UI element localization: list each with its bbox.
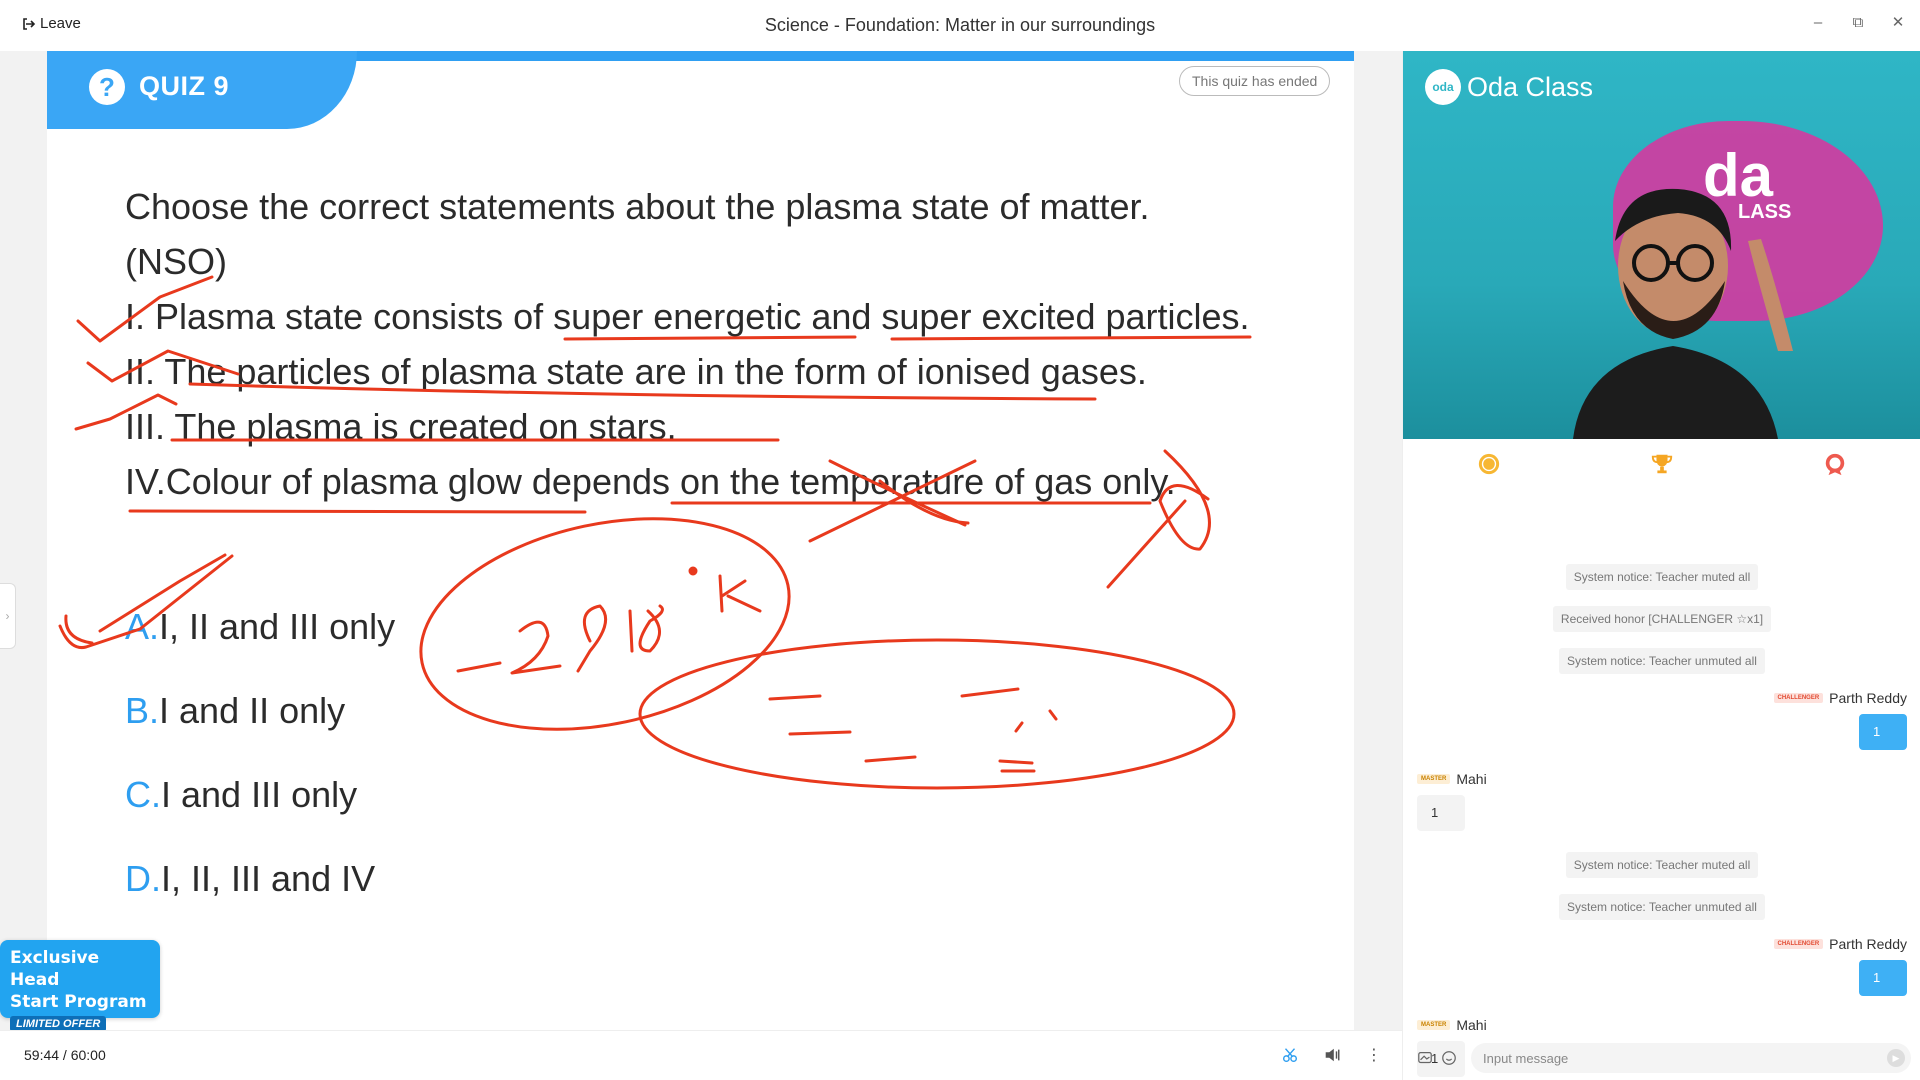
restore-icon[interactable]: ⧉ xyxy=(1850,14,1866,31)
option-c[interactable]: C. I and III only xyxy=(125,774,395,858)
option-text: I, II and III only xyxy=(159,606,396,647)
oda-class-logo: oda Oda Class xyxy=(1425,69,1593,105)
option-letter: B. xyxy=(125,690,160,731)
chat-message: CHALLENGER Parth Reddy 1 xyxy=(1773,936,1907,996)
chat-message-input[interactable] xyxy=(1471,1043,1911,1073)
chat-bubble: 1 xyxy=(1859,960,1907,996)
sidebar-collapse-handle[interactable]: › xyxy=(0,583,16,649)
teacher-figure xyxy=(1573,188,1793,439)
chat-messages: System notice: Teacher muted all Receive… xyxy=(1403,496,1920,1077)
answer-options: A. I, II and III only B. I and II only C… xyxy=(125,606,395,942)
notice-text: Received honor [CHALLENGER ☆x1] xyxy=(1552,606,1772,632)
bottom-toolbar: 59:44 / 60:00 ⋮ xyxy=(0,1030,1402,1080)
image-toggle-icon[interactable] xyxy=(1415,1048,1435,1068)
quiz-header-tab: ? QUIZ 9 xyxy=(47,51,357,129)
volume-icon[interactable] xyxy=(1322,1045,1342,1065)
send-icon[interactable]: ▶ xyxy=(1887,1049,1905,1067)
chat-username: Parth Reddy xyxy=(1829,690,1907,706)
quiz-status-badge: This quiz has ended xyxy=(1179,66,1331,96)
user-rank-badge: CHALLENGER xyxy=(1773,693,1824,703)
user-rank-badge: CHALLENGER xyxy=(1773,939,1824,949)
slide-stage: ? QUIZ 9 This quiz has ended Choose the … xyxy=(0,51,1402,1030)
option-text: I, II, III and IV xyxy=(161,858,376,899)
notice-text: System notice: Teacher unmuted all xyxy=(1559,894,1765,920)
user-rank-badge: MASTER xyxy=(1417,774,1451,784)
emoji-icon[interactable] xyxy=(1439,1048,1459,1068)
quiz-slide: ? QUIZ 9 This quiz has ended Choose the … xyxy=(47,51,1354,1030)
chat-bubble: 1 xyxy=(1417,795,1465,831)
chat-username: Mahi xyxy=(1456,1017,1487,1033)
chat-username: Parth Reddy xyxy=(1829,936,1907,952)
option-letter: C. xyxy=(125,774,161,815)
title-bar: Leave Science - Foundation: Matter in ou… xyxy=(0,0,1920,51)
badge-medal-icon[interactable] xyxy=(1822,451,1848,477)
oda-logo-icon: oda xyxy=(1425,69,1461,105)
window-title: Science - Foundation: Matter in our surr… xyxy=(764,15,1156,35)
system-notice: System notice: Teacher muted all xyxy=(1403,852,1920,878)
more-options-icon[interactable]: ⋮ xyxy=(1364,1045,1384,1065)
notice-text: System notice: Teacher unmuted all xyxy=(1559,648,1765,674)
promo-banner[interactable]: Exclusive Head Start Program LIMITED OFF… xyxy=(0,940,160,1032)
chat-input-bar: ▶ xyxy=(1403,1036,1920,1080)
promo-line-2: Start Program xyxy=(10,992,147,1012)
promo-line-1: Exclusive Head xyxy=(10,948,100,990)
statement-3: III. The plasma is created on stars. xyxy=(125,406,677,447)
system-notice: System notice: Teacher unmuted all xyxy=(1403,894,1920,920)
question-line: Choose the correct statements about the … xyxy=(125,186,1150,227)
system-notice: System notice: Teacher muted all xyxy=(1403,564,1920,590)
option-letter: A. xyxy=(125,606,160,647)
right-panel: da LASS oda Oda Class System notice: Tea… xyxy=(1402,51,1920,1080)
trophy-icon[interactable] xyxy=(1649,451,1675,477)
option-text: I and III only xyxy=(161,774,358,815)
session-timer: 59:44 / 60:00 xyxy=(24,1047,106,1063)
question-mark-icon: ? xyxy=(89,69,125,105)
statement-1: I. Plasma state consists of super energe… xyxy=(125,296,1250,337)
coin-icon[interactable] xyxy=(1476,451,1502,477)
question-line: (NSO) xyxy=(125,241,227,282)
option-d[interactable]: D. I, II, III and IV xyxy=(125,858,395,942)
system-notice: System notice: Teacher unmuted all xyxy=(1403,648,1920,674)
option-letter: D. xyxy=(125,858,161,899)
user-rank-badge: MASTER xyxy=(1417,1020,1451,1030)
question-text: Choose the correct statements about the … xyxy=(125,179,1250,509)
statement-2: II. The particles of plasma state are in… xyxy=(125,351,1147,392)
option-a[interactable]: A. I, II and III only xyxy=(125,606,395,690)
chat-username: Mahi xyxy=(1456,771,1487,787)
teacher-video: da LASS oda Oda Class xyxy=(1403,51,1920,439)
scissors-icon[interactable] xyxy=(1280,1045,1300,1065)
notice-text: System notice: Teacher muted all xyxy=(1565,564,1759,590)
window-controls: – ⧉ ✕ xyxy=(1810,14,1906,32)
chat-message: MASTER Mahi 1 xyxy=(1417,771,1487,831)
chat-message: CHALLENGER Parth Reddy 1 xyxy=(1773,690,1907,750)
chat-bubble: 1 xyxy=(1859,714,1907,750)
option-text: I and II only xyxy=(159,690,346,731)
minimize-icon[interactable]: – xyxy=(1810,14,1826,31)
close-icon[interactable]: ✕ xyxy=(1890,14,1906,31)
notice-text: System notice: Teacher muted all xyxy=(1565,852,1759,878)
system-notice: Received honor [CHALLENGER ☆x1] xyxy=(1403,606,1920,632)
option-b[interactable]: B. I and II only xyxy=(125,690,395,774)
statement-4: IV.Colour of plasma glow depends on the … xyxy=(125,461,1176,502)
reward-icons-row xyxy=(1403,439,1920,489)
brand-name: Oda Class xyxy=(1467,71,1594,102)
quiz-title: QUIZ 9 xyxy=(139,71,230,101)
